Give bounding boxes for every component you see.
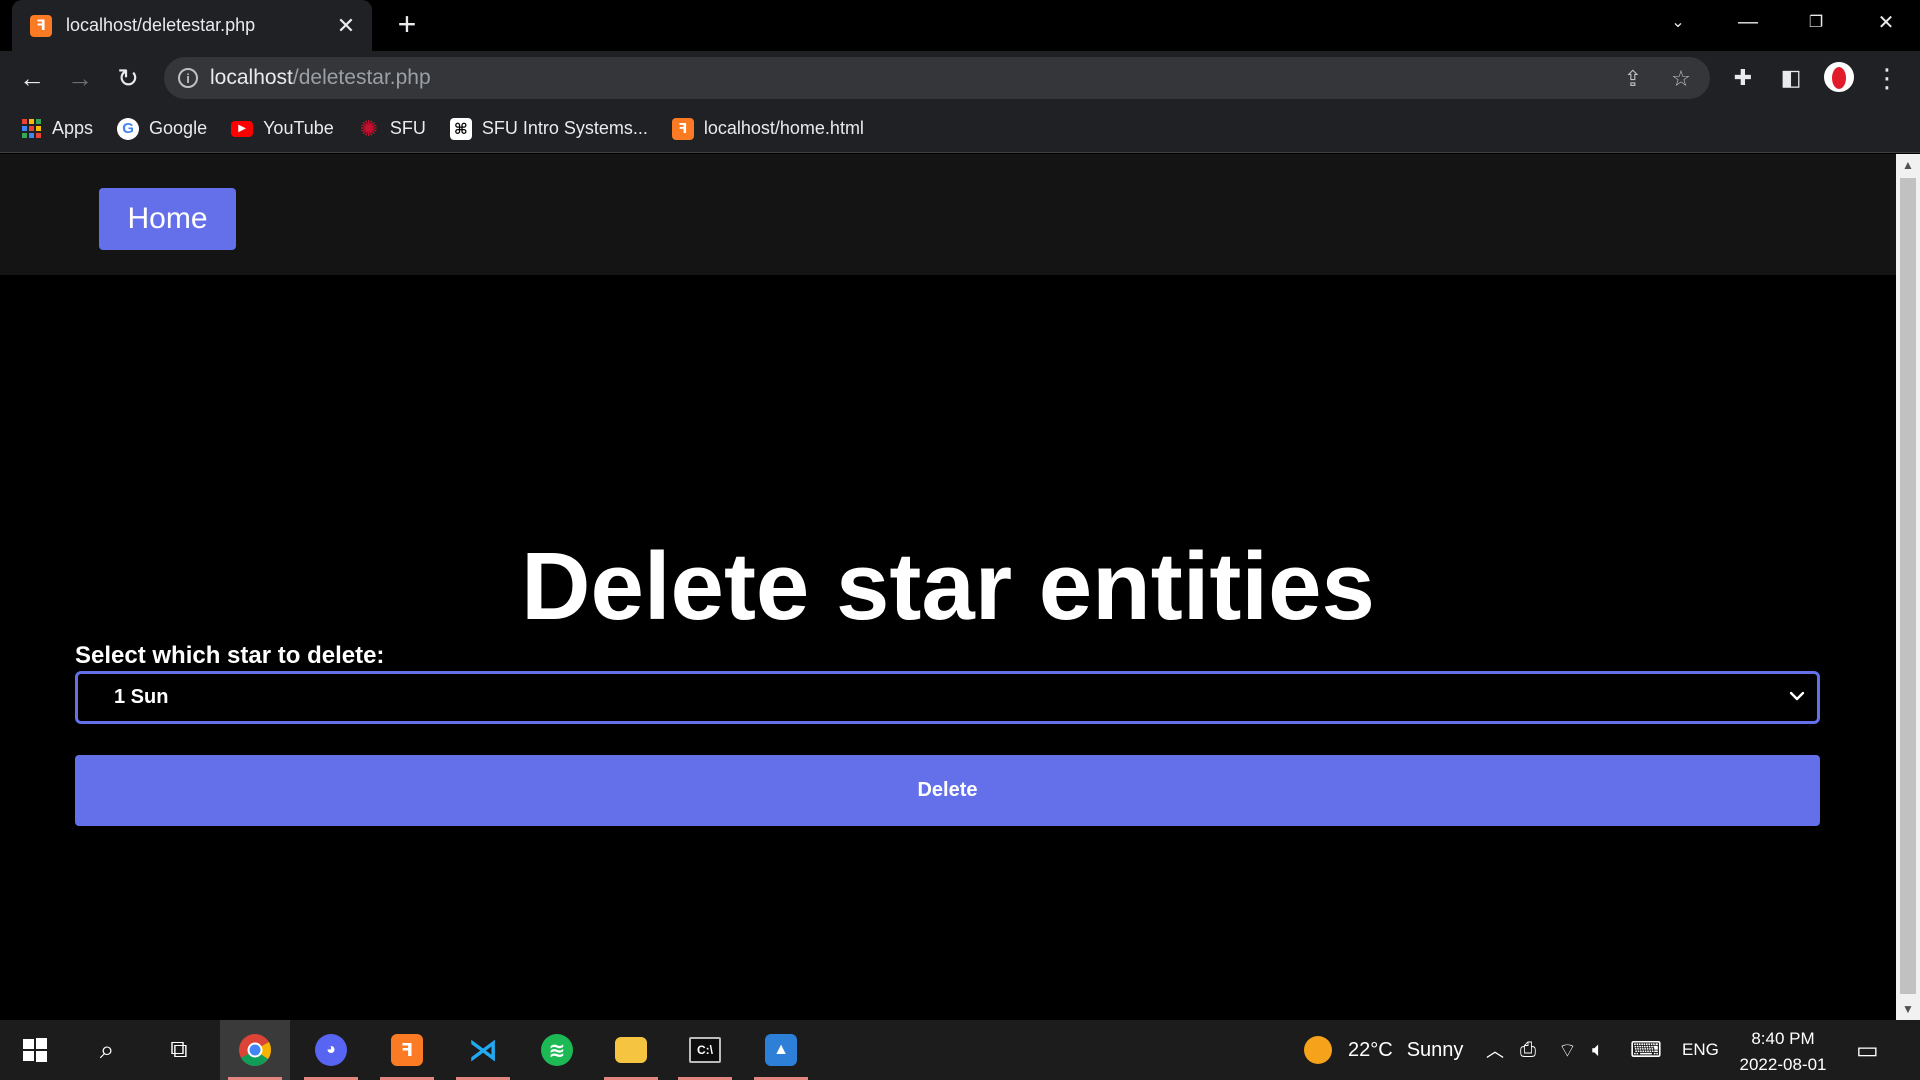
photos-icon: ▲ [765, 1034, 797, 1066]
windows-icon [23, 1038, 47, 1062]
back-button[interactable]: ← [14, 60, 50, 96]
task-view-icon[interactable]: ⧉ [144, 1020, 214, 1080]
terminal-icon: C:\ [689, 1037, 721, 1063]
page-content: Home Delete star entities Select which s… [0, 154, 1896, 1020]
bookmark-label: localhost/home.html [703, 118, 864, 138]
show-hidden-icons-chevron-icon[interactable]: ︿ [1486, 1020, 1504, 1080]
bookmark-label: YouTube [263, 118, 334, 138]
xampp-icon: ꟻ [30, 14, 52, 37]
minimize-button[interactable]: — [1720, 0, 1776, 44]
bookmark-label: SFU Intro Systems... [481, 118, 648, 138]
youtube-icon: ▶ [231, 120, 254, 137]
taskbar-vscode[interactable]: ⋊ [448, 1020, 518, 1080]
forward-button[interactable]: → [62, 60, 98, 96]
taskbar-file-explorer[interactable] [596, 1020, 666, 1080]
bookmark-star-icon[interactable]: ☆ [1668, 66, 1694, 92]
page-scrollbar[interactable]: ▲ ▼ [1896, 154, 1920, 1020]
scroll-down-arrow-icon[interactable]: ▼ [1896, 998, 1920, 1020]
meet-now-icon[interactable]: ⎙ [1520, 1020, 1536, 1080]
taskbar-spotify[interactable]: ≋ [522, 1020, 592, 1080]
url-host: localhost [210, 66, 293, 89]
sfu-icon: ✺ [359, 115, 379, 141]
folder-icon [615, 1037, 647, 1063]
restore-button[interactable]: ❐ [1788, 0, 1844, 44]
sun-icon [1304, 1036, 1332, 1064]
browser-toolbar: ← → ↻ i localhost/deletestar.php ⇪ ☆ ✚ ◧… [0, 51, 1920, 105]
search-icon[interactable]: ⌕ [72, 1020, 142, 1080]
chevron-down-icon [1789, 691, 1805, 701]
new-tab-button[interactable]: + [390, 8, 424, 42]
bookmark-sfu-intro-systems[interactable]: ⌘ SFU Intro Systems... [449, 117, 648, 140]
scroll-up-arrow-icon[interactable]: ▲ [1896, 154, 1920, 176]
taskbar-terminal[interactable]: C:\ [670, 1020, 740, 1080]
taskbar-xampp[interactable]: ꟻ [372, 1020, 442, 1080]
start-button[interactable] [0, 1020, 70, 1080]
taskbar-chrome[interactable] [220, 1020, 290, 1080]
xampp-icon: ꟻ [391, 1034, 423, 1066]
star-select-value: 1 Sun [114, 686, 169, 708]
volume-icon[interactable]: 🔈︎ [1592, 1020, 1604, 1080]
home-button[interactable]: Home [99, 188, 236, 250]
site-navbar: Home [0, 154, 1896, 275]
spotify-icon: ≋ [541, 1034, 573, 1066]
url-path: /deletestar.php [292, 66, 431, 89]
bookmark-google[interactable]: G Google [117, 117, 208, 140]
bookmark-localhost-home[interactable]: ꟻ localhost/home.html [671, 117, 864, 140]
clock-date: 2022-08-01 [1739, 1055, 1827, 1074]
close-window-button[interactable]: ✕ [1858, 0, 1914, 44]
bookmark-sfu[interactable]: ✺ SFU [358, 115, 426, 141]
page-title: Delete star entities [521, 533, 1375, 640]
share-icon[interactable]: ⇪ [1620, 66, 1646, 92]
browser-tab[interactable]: ꟻ localhost/deletestar.php ✕ [12, 0, 372, 51]
select-star-label: Select which star to delete: [75, 642, 385, 669]
xampp-icon: ꟻ [671, 117, 694, 140]
taskbar-discord[interactable]: ◕ [296, 1020, 366, 1080]
star-select[interactable]: 1 Sun [75, 671, 1820, 724]
chrome-icon [239, 1034, 271, 1066]
sfu-systems-icon: ⌘ [449, 117, 472, 140]
tab-search-icon[interactable]: ⌄ [1650, 0, 1706, 44]
bookmarks-bar: Apps G Google ▶ YouTube ✺ SFU ⌘ SFU Intr… [0, 105, 1920, 153]
apps-icon [20, 118, 42, 140]
vscode-icon: ⋊ [468, 1033, 498, 1067]
side-panel-icon[interactable]: ◧ [1776, 63, 1806, 93]
discord-icon: ◕ [315, 1034, 347, 1066]
tab-strip: ꟻ localhost/deletestar.php ✕ + ⌄ — ❐ ✕ [0, 0, 1920, 51]
address-bar[interactable]: i localhost/deletestar.php ⇪ ☆ [164, 57, 1710, 99]
taskbar-photos[interactable]: ▲ [746, 1020, 816, 1080]
delete-button[interactable]: Delete [75, 755, 1820, 826]
google-icon: G [117, 117, 140, 140]
bookmark-label: Google [149, 118, 208, 138]
wifi-icon[interactable]: ⌔ [1558, 1020, 1577, 1080]
bookmark-apps[interactable]: Apps [20, 118, 93, 140]
weather-temperature: 22°C [1348, 1038, 1393, 1061]
bookmark-youtube[interactable]: ▶ YouTube [231, 118, 334, 139]
keyboard-icon[interactable]: ⌨ [1630, 1020, 1662, 1080]
weather-widget[interactable]: 22°C Sunny [1304, 1020, 1463, 1080]
language-indicator[interactable]: ENG [1682, 1020, 1719, 1080]
weather-condition: Sunny [1406, 1038, 1464, 1061]
clock-time: 8:40 PM [1751, 1029, 1815, 1048]
system-clock[interactable]: 8:40 PM 2022-08-01 [1732, 1026, 1834, 1078]
bookmark-label: Apps [52, 118, 94, 138]
notifications-icon[interactable]: ▭ [1856, 1020, 1879, 1080]
close-tab-icon[interactable]: ✕ [334, 13, 358, 39]
site-info-icon[interactable]: i [178, 68, 198, 88]
windows-taskbar: ⌕ ⧉ ◕ ꟻ ⋊ ≋ C:\ ▲ 22°C Sunny ︿ ⎙ ⌔ 🔈︎ ⌨ … [0, 1020, 1920, 1080]
extensions-icon[interactable]: ✚ [1728, 63, 1758, 93]
tab-title: localhost/deletestar.php [66, 15, 256, 35]
menu-icon[interactable]: ⋮ [1872, 63, 1902, 93]
bookmark-label: SFU [389, 118, 426, 138]
reload-button[interactable]: ↻ [110, 60, 146, 96]
scroll-thumb[interactable] [1900, 178, 1916, 994]
profile-avatar[interactable] [1824, 62, 1854, 92]
